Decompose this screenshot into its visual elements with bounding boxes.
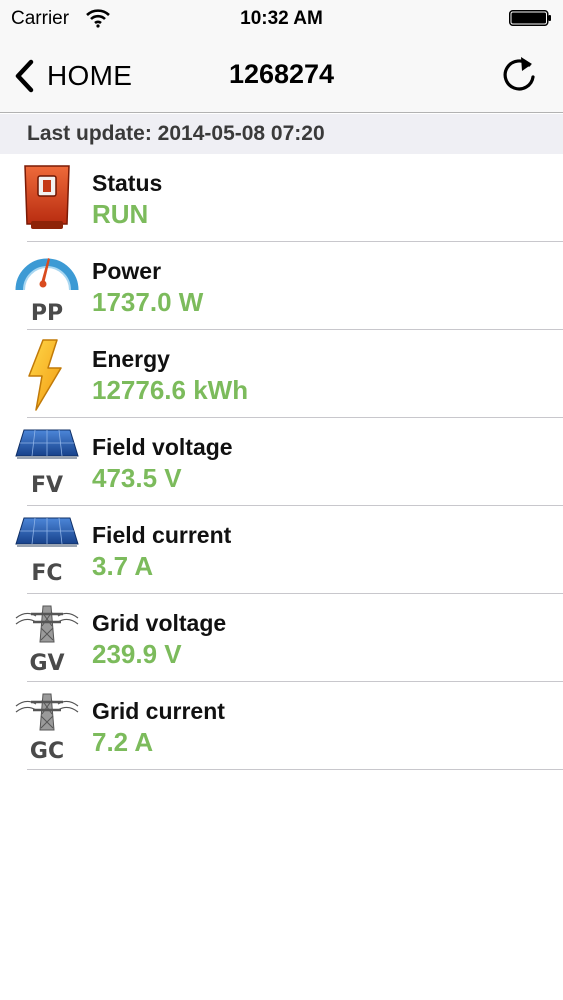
list-item-field-current[interactable]: FC Field current 3.7 A xyxy=(0,506,563,594)
power-pylon-icon: GC xyxy=(15,693,79,764)
separator xyxy=(27,769,563,770)
navigation-bar: HOME 1268274 xyxy=(0,40,563,112)
list-item-field-voltage[interactable]: FV Field voltage 473.5 V xyxy=(0,418,563,506)
list-item-status[interactable]: Status RUN xyxy=(0,154,563,242)
list-item-power[interactable]: PP Power 1737.0 W xyxy=(0,242,563,330)
row-label: Energy xyxy=(92,346,170,372)
lightning-icon xyxy=(28,339,62,411)
row-value: 7.2 A xyxy=(92,727,154,757)
power-pylon-icon: GV xyxy=(15,605,79,676)
row-value: 239.9 V xyxy=(92,639,182,669)
row-value: 3.7 A xyxy=(92,551,154,581)
last-update-bar: Last update: 2014-05-08 07:20 xyxy=(0,114,563,154)
row-label: Power xyxy=(92,258,162,284)
clock: 10:32 AM xyxy=(240,8,323,29)
status-bar: Carrier 10:32 AM xyxy=(0,0,563,38)
page-title: 1268274 xyxy=(228,59,335,89)
row-value: RUN xyxy=(92,199,149,229)
refresh-icon[interactable] xyxy=(499,54,539,94)
row-label: Grid voltage xyxy=(92,610,227,636)
solar-panel-icon: FV xyxy=(15,429,79,498)
power-gauge-icon: PP xyxy=(15,258,79,324)
last-update-text: Last update: 2014-05-08 07:20 xyxy=(27,122,325,145)
list-item-grid-voltage[interactable]: GV Grid voltage 239.9 V xyxy=(0,594,563,682)
row-label: Grid current xyxy=(92,698,225,724)
row-value: 473.5 V xyxy=(92,463,182,493)
row-label: Status xyxy=(92,170,163,196)
icon-caption: FC xyxy=(31,561,62,586)
icon-caption: FV xyxy=(31,473,63,498)
row-value: 1737.0 W xyxy=(92,287,204,317)
list-item-grid-current[interactable]: GC Grid current 7.2 A xyxy=(0,682,563,770)
icon-caption: GC xyxy=(30,739,64,764)
battery-icon xyxy=(509,10,551,26)
list-item-energy[interactable]: Energy 12776.6 kWh xyxy=(0,330,563,418)
icon-caption: GV xyxy=(29,651,64,676)
measurement-list: Status RUN PP Power 1737.0 W Energy 1277… xyxy=(0,154,563,770)
status-icon xyxy=(24,165,70,229)
header: Carrier 10:32 AM HOME 1268274 xyxy=(0,0,563,113)
row-value: 12776.6 kWh xyxy=(92,375,249,405)
solar-panel-icon: FC xyxy=(15,517,79,586)
row-label: Field voltage xyxy=(92,434,233,460)
icon-caption: PP xyxy=(31,301,63,324)
row-label: Field current xyxy=(92,522,232,548)
